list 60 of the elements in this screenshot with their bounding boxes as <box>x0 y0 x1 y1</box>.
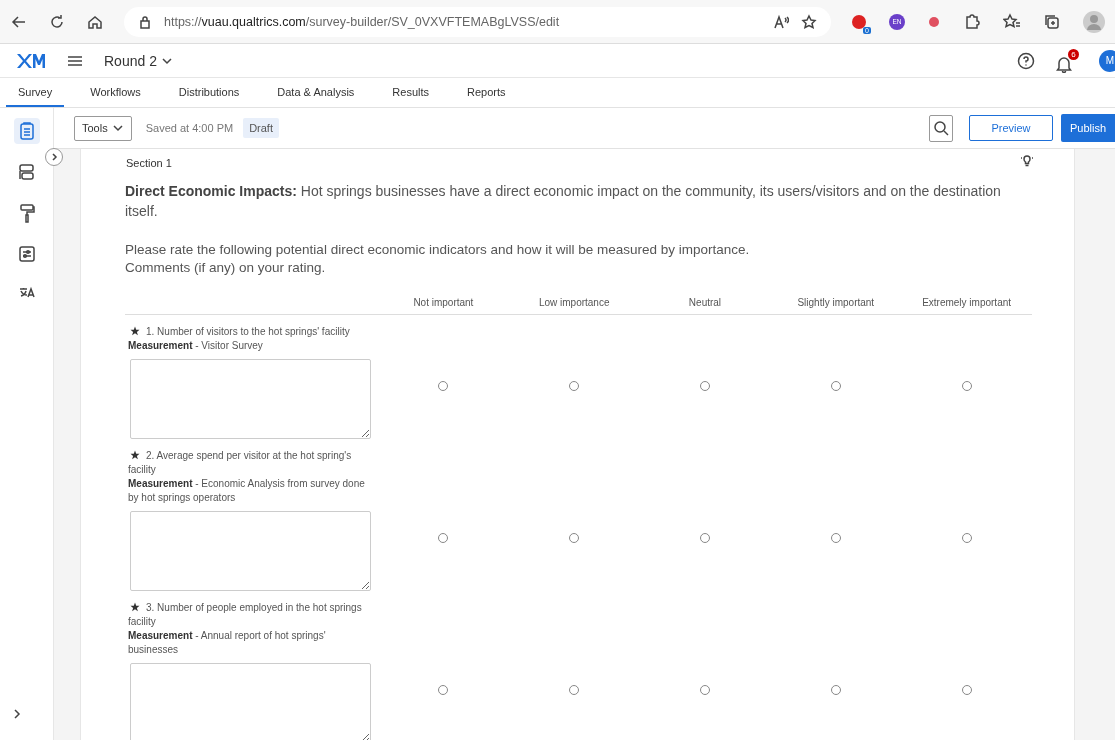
tools-dropdown[interactable]: Tools <box>74 115 132 141</box>
favorites-icon[interactable] <box>1003 12 1021 31</box>
required-star-icon <box>130 326 140 336</box>
survey-options-icon <box>16 244 37 264</box>
bell-icon <box>1055 54 1073 73</box>
nav-tab[interactable]: Results <box>380 78 442 107</box>
nav-tab[interactable]: Reports <box>455 78 518 107</box>
save-status: Saved at 4:00 PM <box>145 122 234 134</box>
instruction-text: Comments (if any) on your rating. <box>125 259 327 277</box>
measurement-text: Measurement - Economic Analysis from survey done by hot springs operators <box>128 477 366 505</box>
statement-text: 2. Average spend per visitor at the hot spring's facility <box>128 449 353 477</box>
project-dropdown[interactable]: Round 2 <box>104 52 173 69</box>
favorite-icon[interactable] <box>801 13 817 30</box>
search-icon <box>933 120 949 136</box>
lightbulb-icon[interactable] <box>1020 153 1034 167</box>
flow-icon <box>16 162 37 182</box>
instruction-text: Please rate the following potential direct economic indicators and how it will be measured by importance. <box>125 241 751 259</box>
draft-badge: Draft <box>243 118 279 138</box>
tomato-icon[interactable] <box>927 14 941 29</box>
column-header: Extremely important <box>901 289 1032 315</box>
publish-button[interactable]: Publish <box>1061 114 1115 142</box>
collapse-button[interactable] <box>45 148 63 166</box>
statement-text: 1. Number of visitors to the hot springs' facility <box>128 325 377 339</box>
sidebar-item[interactable] <box>13 118 40 144</box>
comment-field[interactable] <box>130 359 371 439</box>
column-header: Low importance <box>508 289 640 315</box>
refresh-icon[interactable] <box>48 12 66 31</box>
user-avatar[interactable]: M <box>1099 49 1115 72</box>
required-star-icon <box>130 602 140 612</box>
preview-button[interactable]: Preview <box>969 115 1053 141</box>
nav-tab[interactable]: Distributions <box>166 78 252 107</box>
comment-field[interactable] <box>130 663 371 740</box>
url-text: https://vuau.qualtrics.com/survey-builder/SV_0VXVFTEMABgLVSS/edit <box>164 14 560 29</box>
profile-icon[interactable] <box>1083 10 1105 33</box>
question-intro: Direct Economic Impacts: Hot springs businesses have a direct economic impact on the community, its users/visitors and on the destination itself. <box>125 182 1002 221</box>
chevron-icon <box>50 152 58 162</box>
collections-icon[interactable] <box>1043 12 1061 31</box>
statement-text: 3. Number of people employed in the hot springs facility <box>128 601 363 629</box>
xm-logo[interactable] <box>16 51 46 70</box>
help-icon[interactable] <box>1017 51 1035 70</box>
read-aloud-icon[interactable] <box>773 13 789 30</box>
search-button[interactable] <box>929 114 953 142</box>
address-bar[interactable]: https://vuau.qualtrics.com/survey-builder/SV_0VXVFTEMABgLVSS/edit <box>124 6 831 37</box>
puzzle-icon[interactable] <box>963 12 981 31</box>
nav-tab[interactable]: Workflows <box>78 78 153 107</box>
comment-field[interactable] <box>130 511 371 591</box>
expand-icon[interactable] <box>12 708 22 720</box>
chevron-icon <box>111 122 124 134</box>
column-header: Not important <box>378 289 509 315</box>
measurement-text: Measurement - Visitor Survey <box>128 339 264 353</box>
required-star-icon <box>130 450 140 460</box>
column-header: Neutral <box>639 289 771 315</box>
notification-badge: 6 <box>1068 48 1079 60</box>
notifications-icon[interactable]: 6 <box>1055 48 1079 73</box>
nav-tab[interactable]: Data & Analysis <box>265 78 367 107</box>
nav-tab[interactable]: Survey <box>6 78 65 107</box>
measurement-text: Measurement - Annual report of hot springs' businesses <box>128 629 327 657</box>
lock-icon <box>138 14 152 29</box>
section-title: Section 1 <box>126 157 172 169</box>
column-header: Slightly important <box>770 289 902 315</box>
